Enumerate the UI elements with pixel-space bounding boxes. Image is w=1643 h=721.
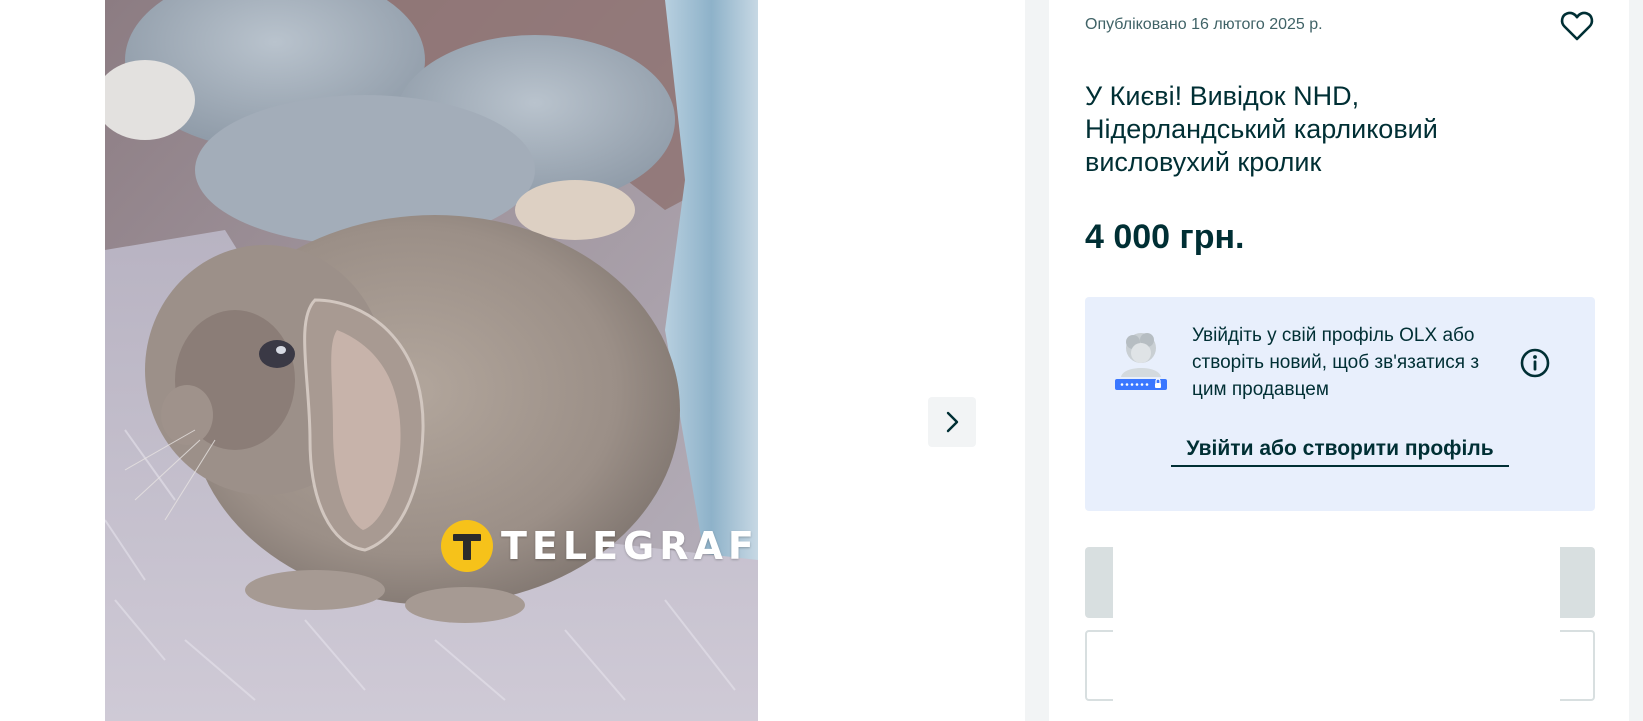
- telegraf-watermark: TELEGRAF: [441, 520, 758, 572]
- login-prompt-text: Увійдіть у свій профіль OLX або створіть…: [1192, 325, 1480, 400]
- telegraf-logo-icon: [441, 520, 493, 572]
- contact-button-mask: [1113, 547, 1560, 618]
- contact-button[interactable]: [1085, 547, 1595, 618]
- rabbit-photo-image: [105, 0, 758, 721]
- favorite-button[interactable]: [1559, 8, 1595, 44]
- heart-icon: [1560, 11, 1594, 41]
- login-prompt-box: Увійдіть у свій профіль OLX або створіть…: [1085, 297, 1595, 511]
- posted-date: Опубліковано 16 лютого 2025 р.: [1085, 16, 1323, 33]
- login-or-register-link[interactable]: Увійти або створити профіль: [1171, 437, 1509, 467]
- listing-price: 4 000 грн.: [1085, 218, 1245, 256]
- page-scroll-strip: [1629, 0, 1643, 721]
- secondary-button-mask: [1113, 630, 1560, 705]
- avatar-placeholder-icon: [1113, 331, 1169, 393]
- next-photo-button[interactable]: [928, 397, 976, 447]
- photo-gallery: TELEGRAF: [0, 0, 1025, 721]
- secondary-contact-button[interactable]: [1085, 630, 1595, 705]
- listing-title: У Києві! Вивідок NHD, Нідерландський кар…: [1085, 81, 1438, 177]
- watermark-text: TELEGRAF: [501, 524, 758, 568]
- chevron-right-icon: [946, 411, 959, 433]
- info-icon[interactable]: [1519, 347, 1551, 379]
- listing-photo[interactable]: TELEGRAF: [105, 0, 758, 721]
